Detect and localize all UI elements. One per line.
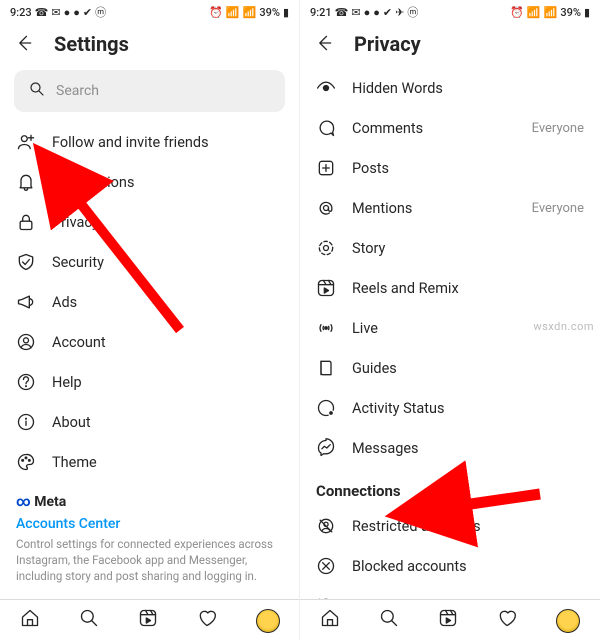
search-placeholder: Search: [56, 83, 99, 99]
posts-icon: [316, 158, 336, 178]
header: Privacy: [300, 22, 600, 64]
reels-icon: [316, 278, 336, 298]
item-muted[interactable]: Muted accounts: [300, 586, 600, 599]
item-activity-status[interactable]: Activity Status: [300, 388, 600, 428]
bottom-nav: [0, 599, 299, 640]
home-icon[interactable]: [20, 608, 40, 634]
guides-icon: [316, 358, 336, 378]
status-bar: 9:23 ☎✉●●✔ⓜ ⏰📶📶 39% ▮: [0, 0, 299, 22]
item-posts[interactable]: Posts: [300, 148, 600, 188]
meta-logo: ∞ Meta: [16, 494, 283, 510]
heart-nav-icon[interactable]: [197, 608, 217, 634]
item-help[interactable]: Help: [0, 362, 299, 402]
item-comments[interactable]: Comments Everyone: [300, 108, 600, 148]
item-reels-remix[interactable]: Reels and Remix: [300, 268, 600, 308]
item-hidden-words[interactable]: Hidden Words: [300, 68, 600, 108]
accounts-center-desc: Control settings for connected experienc…: [16, 536, 283, 584]
watermark: wsxdn.com: [533, 320, 594, 333]
meta-accounts-block: ∞ Meta Accounts Center Control settings …: [0, 482, 299, 588]
search-nav-icon[interactable]: [379, 608, 399, 634]
reels-nav-icon[interactable]: [438, 608, 458, 634]
page-title: Privacy: [354, 32, 421, 56]
blocked-icon: [316, 556, 336, 576]
header: Settings: [0, 22, 299, 64]
item-about[interactable]: About: [0, 402, 299, 442]
info-icon: [16, 412, 36, 432]
status-battery: 39%: [560, 6, 581, 19]
help-icon: [16, 372, 36, 392]
item-ads[interactable]: Ads: [0, 282, 299, 322]
search-input[interactable]: Search: [14, 70, 285, 112]
search-nav-icon[interactable]: [79, 608, 99, 634]
accounts-center-link[interactable]: Accounts Center: [16, 510, 283, 536]
eye-off-icon: [316, 78, 336, 98]
status-left-icons: 9:21 ☎✉●●✔✈ⓜ: [310, 4, 418, 20]
item-restricted[interactable]: Restricted accounts: [300, 506, 600, 546]
item-messages[interactable]: Messages: [300, 428, 600, 468]
status-right-icons: ⏰📶📶 39% ▮: [510, 6, 590, 19]
page-title: Settings: [54, 32, 129, 56]
item-blocked[interactable]: Blocked accounts: [300, 546, 600, 586]
profile-avatar[interactable]: [556, 609, 580, 633]
at-icon: [316, 198, 336, 218]
messenger-icon: [316, 438, 336, 458]
item-mentions[interactable]: Mentions Everyone: [300, 188, 600, 228]
status-time: 9:21: [310, 6, 332, 19]
status-value: Everyone: [532, 121, 584, 136]
reels-nav-icon[interactable]: [138, 608, 158, 634]
restricted-icon: [316, 516, 336, 536]
item-security[interactable]: Security: [0, 242, 299, 282]
item-notifications[interactable]: Notifications: [0, 162, 299, 202]
back-icon[interactable]: [14, 33, 34, 56]
settings-list: Follow and invite friends Notifications …: [0, 118, 299, 599]
live-icon: [316, 318, 336, 338]
shield-icon: [16, 252, 36, 272]
item-privacy[interactable]: Privacy: [0, 202, 299, 242]
item-account[interactable]: Account: [0, 322, 299, 362]
status-left-icons: 9:23 ☎✉●●✔ⓜ: [10, 4, 106, 20]
item-theme[interactable]: Theme: [0, 442, 299, 482]
comment-icon: [316, 118, 336, 138]
megaphone-icon: [16, 292, 36, 312]
settings-screen: 9:23 ☎✉●●✔ⓜ ⏰📶📶 39% ▮ Settings Search Fo…: [0, 0, 300, 640]
heart-nav-icon[interactable]: [497, 608, 517, 634]
logins-title: Logins: [0, 588, 299, 599]
palette-icon: [16, 452, 36, 472]
story-icon: [316, 238, 336, 258]
item-follow-invite[interactable]: Follow and invite friends: [0, 122, 299, 162]
bottom-nav: [300, 599, 600, 640]
connections-title: Connections: [300, 468, 600, 506]
user-icon: [16, 332, 36, 352]
item-guides[interactable]: Guides: [300, 348, 600, 388]
status-battery: 39%: [259, 6, 280, 19]
activity-icon: [316, 398, 336, 418]
back-icon[interactable]: [314, 33, 334, 56]
status-bar: 9:21 ☎✉●●✔✈ⓜ ⏰📶📶 39% ▮: [300, 0, 600, 22]
status-right-icons: ⏰📶📶 39% ▮: [209, 6, 289, 19]
home-icon[interactable]: [320, 608, 340, 634]
status-time: 9:23: [10, 6, 32, 19]
status-value: Everyone: [532, 201, 584, 216]
profile-avatar[interactable]: [256, 609, 280, 633]
bell-icon: [16, 172, 36, 192]
lock-icon: [16, 212, 36, 232]
search-icon: [28, 80, 46, 102]
add-user-icon: [16, 132, 36, 152]
item-story[interactable]: Story: [300, 228, 600, 268]
